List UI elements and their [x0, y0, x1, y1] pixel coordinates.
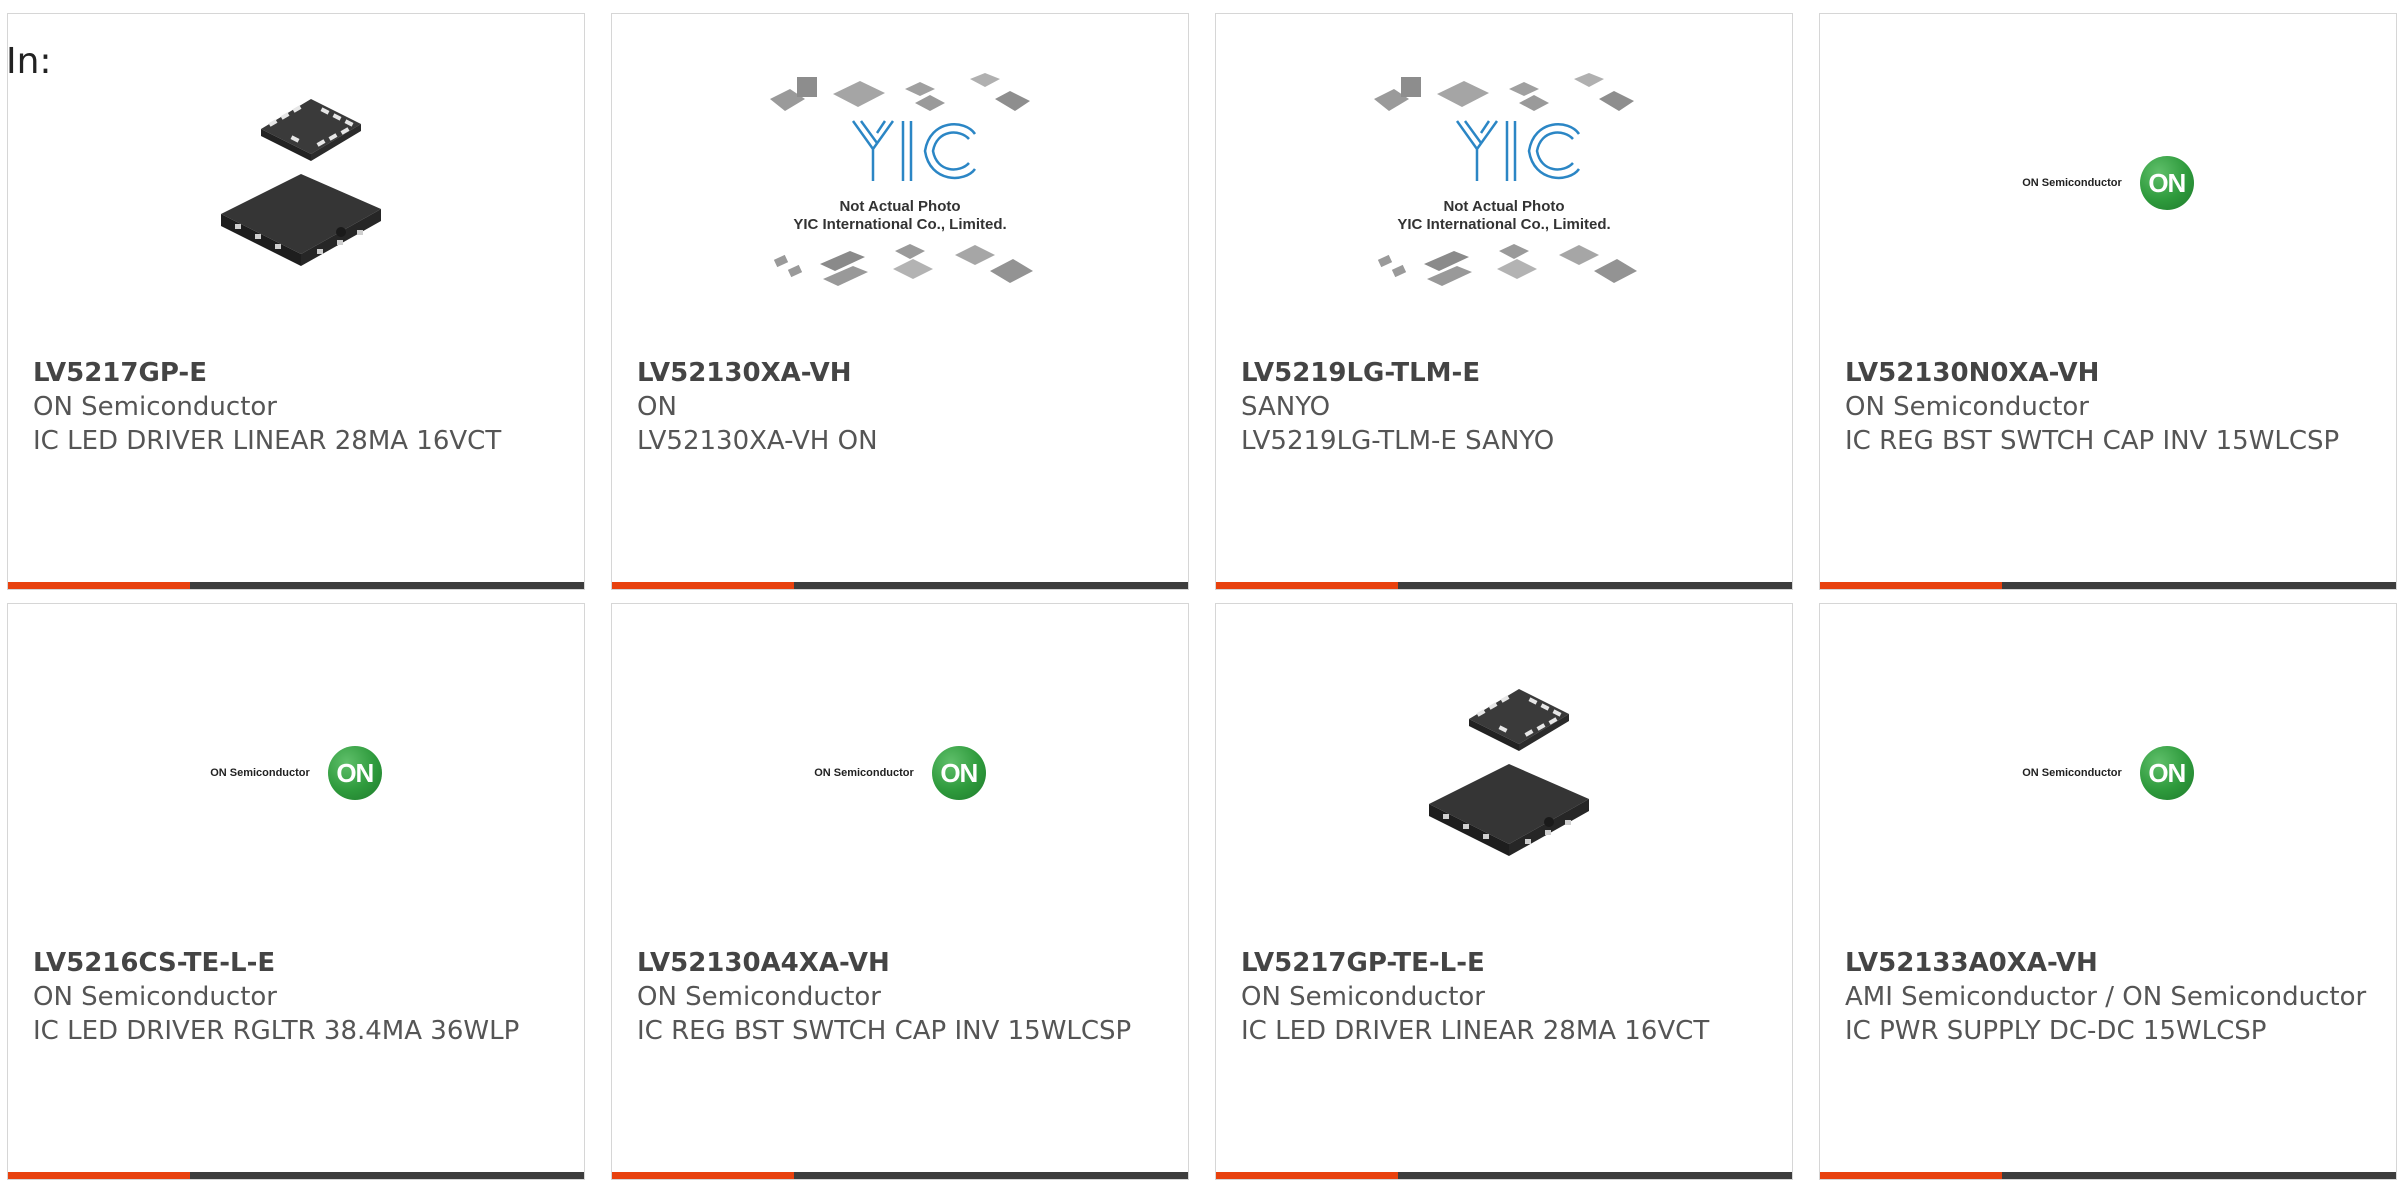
part-number[interactable]: LV52130XA-VH	[637, 356, 1168, 390]
part-number[interactable]: LV5216CS-TE-L-E	[33, 946, 564, 980]
page-label: In:	[6, 41, 52, 82]
product-image[interactable]: Not Actual Photo YIC International Co., …	[1216, 14, 1792, 344]
card-bottom-bar	[1820, 582, 2396, 589]
product-image[interactable]: ON Semiconductor ON	[612, 604, 1188, 934]
product-image[interactable]: ON Semiconductor ON	[1820, 14, 2396, 344]
product-card[interactable]: ON Semiconductor ON LV52130N0XA-VH ON Se…	[1819, 13, 2397, 590]
on-logo-icon: ON	[2139, 746, 2194, 800]
part-number[interactable]: LV52130N0XA-VH	[1845, 356, 2376, 390]
part-number[interactable]: LV5217GP-TE-L-E	[1241, 946, 1772, 980]
product-grid: LV5217GP-E ON Semiconductor IC LED DRIVE…	[7, 13, 2397, 1180]
product-card[interactable]: ON Semiconductor ON LV5216CS-TE-L-E ON S…	[7, 603, 585, 1180]
manufacturer: ON Semiconductor	[1241, 982, 1485, 1012]
description: IC REG BST SWTCH CAP INV 15WLCSP	[637, 1016, 1132, 1046]
manufacturer: ON Semiconductor	[1845, 392, 2089, 422]
description: LV5219LG-TLM-E SANYO	[1241, 426, 1555, 456]
qfn-chip-icon	[1429, 689, 1589, 856]
on-semiconductor-logo: ON Semiconductor ON	[2022, 156, 2194, 210]
manufacturer: SANYO	[1241, 392, 1331, 422]
on-semiconductor-logo: ON Semiconductor ON	[2022, 746, 2194, 800]
svg-text:Not Actual Photo: Not Actual Photo	[839, 198, 960, 215]
part-number[interactable]: LV5219LG-TLM-E	[1241, 356, 1772, 390]
svg-text:YIC International Co., Limited: YIC International Co., Limited.	[793, 216, 1006, 233]
yic-placeholder-icon: Not Actual Photo YIC International Co., …	[1374, 73, 1637, 286]
card-bottom-bar	[8, 1172, 584, 1179]
on-logo-icon: ON	[931, 746, 986, 800]
description: IC PWR SUPPLY DC-DC 15WLCSP	[1845, 1016, 2267, 1046]
product-card[interactable]: ON Semiconductor ON LV52130A4XA-VH ON Se…	[611, 603, 1189, 1180]
description: IC LED DRIVER LINEAR 28MA 16VCT	[33, 426, 502, 456]
card-bottom-bar	[1820, 1172, 2396, 1179]
product-card[interactable]: Not Actual Photo YIC International Co., …	[1215, 13, 1793, 590]
manufacturer: AMI Semiconductor / ON Semiconductor	[1845, 982, 2367, 1012]
on-semiconductor-logo: ON Semiconductor ON	[814, 746, 986, 800]
product-image[interactable]: Not Actual Photo YIC International Co., …	[612, 14, 1188, 344]
card-bottom-bar	[8, 582, 584, 589]
product-image[interactable]	[1216, 604, 1792, 934]
part-number[interactable]: LV52130A4XA-VH	[637, 946, 1168, 980]
product-card[interactable]: LV5217GP-TE-L-E ON Semiconductor IC LED …	[1215, 603, 1793, 1180]
manufacturer: ON Semiconductor	[33, 392, 277, 422]
on-semiconductor-logo: ON Semiconductor ON	[210, 746, 382, 800]
manufacturer: ON Semiconductor	[33, 982, 277, 1012]
on-logo-icon: ON	[327, 746, 382, 800]
manufacturer: ON	[637, 392, 677, 422]
card-bottom-bar	[612, 1172, 1188, 1179]
yic-placeholder-icon: Not Actual Photo YIC International Co., …	[770, 73, 1033, 286]
description: IC REG BST SWTCH CAP INV 15WLCSP	[1845, 426, 2340, 456]
product-image[interactable]: ON Semiconductor ON	[8, 604, 584, 934]
svg-text:Not Actual Photo: Not Actual Photo	[1443, 198, 1564, 215]
product-card[interactable]: LV5217GP-E ON Semiconductor IC LED DRIVE…	[7, 13, 585, 590]
description: IC LED DRIVER RGLTR 38.4MA 36WLP	[33, 1016, 520, 1046]
manufacturer: ON Semiconductor	[637, 982, 881, 1012]
card-bottom-bar	[1216, 582, 1792, 589]
card-bottom-bar	[612, 582, 1188, 589]
svg-text:YIC International Co., Limited: YIC International Co., Limited.	[1397, 216, 1610, 233]
on-logo-icon: ON	[2139, 156, 2194, 210]
part-number[interactable]: LV52133A0XA-VH	[1845, 946, 2376, 980]
description: IC LED DRIVER LINEAR 28MA 16VCT	[1241, 1016, 1710, 1046]
product-card[interactable]: Not Actual Photo YIC International Co., …	[611, 13, 1189, 590]
product-image[interactable]: ON Semiconductor ON	[1820, 604, 2396, 934]
description: LV52130XA-VH ON	[637, 426, 878, 456]
part-number[interactable]: LV5217GP-E	[33, 356, 564, 390]
product-card[interactable]: ON Semiconductor ON LV52133A0XA-VH AMI S…	[1819, 603, 2397, 1180]
card-bottom-bar	[1216, 1172, 1792, 1179]
product-image[interactable]	[8, 14, 584, 344]
qfn-chip-icon	[221, 99, 381, 266]
